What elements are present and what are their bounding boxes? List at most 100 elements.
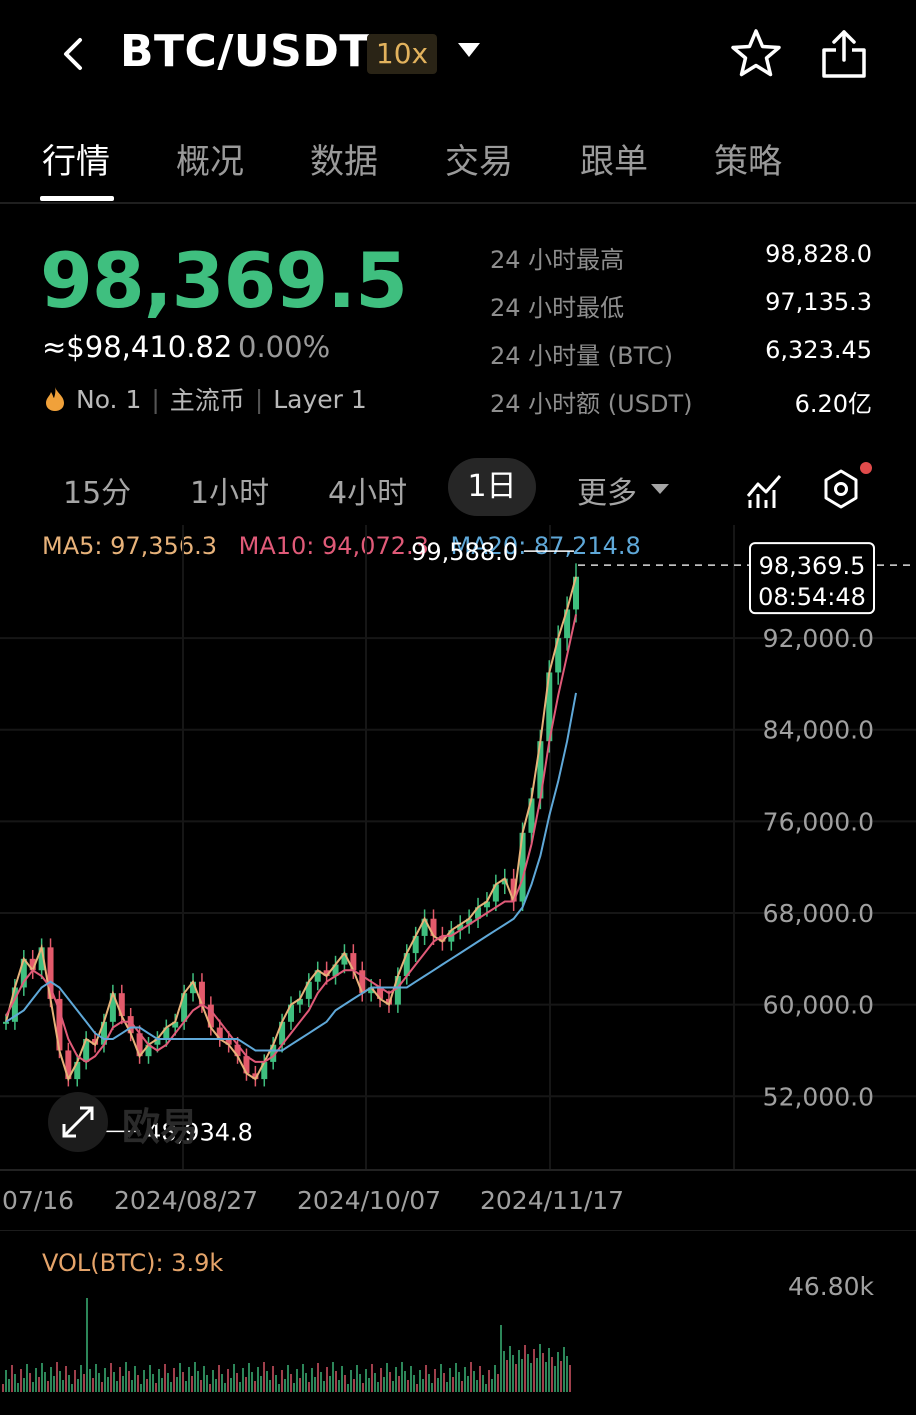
volume-bar <box>266 1371 268 1392</box>
tab-trade[interactable]: 交易 <box>445 134 513 183</box>
volume-bar <box>131 1380 133 1392</box>
tab-copy-trade[interactable]: 跟单 <box>580 134 648 183</box>
expand-icon <box>62 1106 94 1138</box>
volume-bar <box>428 1374 430 1392</box>
price-change: 0.00% <box>238 330 331 364</box>
tag-layer1[interactable]: Layer 1 <box>273 385 367 414</box>
volume-bar <box>188 1367 190 1392</box>
chart-settings-icon[interactable] <box>820 468 862 510</box>
tab-overview[interactable]: 概况 <box>176 134 244 183</box>
volume-bar <box>434 1369 436 1392</box>
back-arrow-icon[interactable] <box>50 30 98 78</box>
volume-bar <box>263 1362 265 1392</box>
volume-bar <box>482 1375 484 1392</box>
volume-bar <box>554 1366 556 1392</box>
volume-bar <box>371 1364 373 1392</box>
volume-bar <box>443 1373 445 1392</box>
volume-bar <box>287 1365 289 1392</box>
volume-bar <box>485 1384 487 1392</box>
volume-bar <box>452 1377 454 1392</box>
volume-bar <box>53 1376 55 1392</box>
volume-bar <box>35 1368 37 1392</box>
volume-bar <box>107 1377 109 1392</box>
indicator-icon[interactable] <box>744 470 784 510</box>
stat-value: 97,135.3 <box>765 288 872 316</box>
chevron-down-icon[interactable] <box>456 40 482 60</box>
volume-bar <box>191 1376 193 1392</box>
volume-bar <box>539 1344 541 1392</box>
volume-bar <box>362 1383 364 1392</box>
timeframe-4h[interactable]: 4小时 <box>328 468 407 512</box>
rank-label[interactable]: No. 1 <box>76 385 141 414</box>
volume-title: VOL(BTC): 3.9k <box>42 1249 224 1277</box>
volume-bar <box>182 1372 184 1392</box>
share-icon[interactable] <box>816 26 872 82</box>
volume-bar <box>425 1365 427 1392</box>
volume-bar <box>404 1371 406 1392</box>
tab-strategy[interactable]: 策略 <box>714 134 782 183</box>
volume-bar <box>323 1381 325 1392</box>
volume-bar <box>284 1379 286 1392</box>
timeframe-more[interactable]: 更多 <box>577 468 637 512</box>
stat-value: 98,828.0 <box>765 240 872 268</box>
volume-bar <box>134 1366 136 1392</box>
volume-bar <box>455 1363 457 1392</box>
volume-bar <box>125 1362 127 1392</box>
volume-bar <box>359 1374 361 1392</box>
volume-bar <box>296 1369 298 1392</box>
volume-bar <box>335 1371 337 1392</box>
volume-bar <box>422 1379 424 1392</box>
tag-mainstream[interactable]: 主流币 <box>170 381 245 417</box>
volume-bar <box>278 1384 280 1392</box>
volume-bar <box>341 1366 343 1392</box>
volume-bar <box>44 1372 46 1392</box>
volume-bar <box>314 1377 316 1392</box>
timeframe-1h[interactable]: 1小时 <box>190 468 269 512</box>
volume-bar <box>389 1372 391 1392</box>
volume-max-label: 46.80k <box>787 1272 874 1301</box>
volume-bar <box>527 1354 529 1392</box>
timeframe-bar: 15分 1小时 4小时 1日 更多 <box>0 458 916 520</box>
coin-tags: No. 1 | 主流币 | Layer 1 <box>44 381 367 417</box>
ma-line-ma10 <box>5 614 577 1064</box>
fiat-price: ≈$98,410.82 <box>42 330 233 364</box>
volume-bar <box>212 1370 214 1392</box>
stat-volume: 24 小时量 (BTC) 6,323.45 <box>490 336 872 384</box>
star-icon[interactable] <box>728 26 784 82</box>
leverage-badge[interactable]: 10x <box>367 34 437 74</box>
volume-bar <box>248 1363 250 1392</box>
volume-bar <box>398 1376 400 1392</box>
stat-label: 24 小时最高 <box>490 246 625 274</box>
volume-bar <box>68 1375 70 1392</box>
volume-bar <box>311 1368 313 1392</box>
flame-icon <box>46 387 64 411</box>
volume-bar <box>395 1367 397 1392</box>
volume-bar <box>560 1361 562 1392</box>
tab-data[interactable]: 数据 <box>310 134 378 183</box>
volume-bar <box>479 1366 481 1392</box>
chevron-down-icon[interactable] <box>650 482 670 496</box>
24h-stats: 24 小时最高 98,828.0 24 小时最低 97,135.3 24 小时量… <box>490 240 872 432</box>
volume-bar <box>38 1377 40 1392</box>
volume-bar <box>308 1382 310 1392</box>
volume-bar <box>74 1370 76 1392</box>
volume-bar <box>365 1369 367 1392</box>
current-time-label: 08:54:48 <box>758 583 866 611</box>
volume-bar <box>515 1364 517 1392</box>
timeframe-15m[interactable]: 15分 <box>63 468 131 512</box>
timeframe-1d[interactable]: 1日 <box>448 458 536 516</box>
volume-bar <box>260 1376 262 1392</box>
tab-market[interactable]: 行情 <box>42 134 110 183</box>
fullscreen-button[interactable] <box>48 1092 108 1152</box>
volume-bar <box>146 1379 148 1392</box>
pair-title[interactable]: BTC/USDT <box>120 26 370 77</box>
volume-bar <box>413 1375 415 1392</box>
volume-bar <box>383 1377 385 1392</box>
stat-label: 24 小时额 (USDT) <box>490 390 693 418</box>
volume-bar <box>233 1364 235 1392</box>
volume-bar <box>242 1368 244 1392</box>
volume-bar <box>494 1365 496 1392</box>
volume-bar <box>8 1379 10 1392</box>
volume-bar <box>83 1374 85 1392</box>
volume-bar <box>23 1378 25 1392</box>
